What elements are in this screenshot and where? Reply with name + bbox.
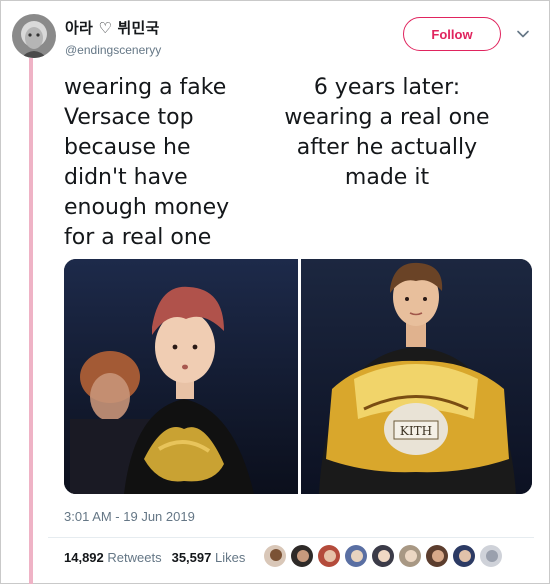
display-name[interactable]: 아라 ♡ 뷔민국 — [65, 17, 161, 38]
liker-avatar[interactable] — [425, 544, 449, 568]
retweets-label: Retweets — [107, 550, 162, 565]
liker-avatar[interactable] — [479, 544, 503, 568]
tweet-timestamp[interactable]: 3:01 AM - 19 Jun 2019 — [64, 509, 195, 524]
likes-stat[interactable]: 35,597 Likes — [172, 550, 246, 565]
liker-avatar[interactable] — [398, 544, 422, 568]
caption-right-line: 6 years later: — [313, 75, 461, 100]
caption-left-line: Versace top — [64, 105, 194, 130]
tweet-header: 아라 ♡ 뷔민국 @endingsceneryy Follow — [12, 14, 542, 60]
caption-right: 6 years later: wearing a real one after … — [272, 73, 502, 193]
liker-avatar[interactable] — [263, 544, 287, 568]
photo-left[interactable] — [64, 259, 298, 494]
retweets-count: 14,892 — [64, 550, 104, 565]
likes-count: 35,597 — [171, 550, 212, 565]
user-handle[interactable]: @endingsceneryy — [65, 43, 161, 57]
avatar[interactable] — [12, 14, 56, 58]
caption-left-line: enough money — [64, 195, 230, 220]
caption-left-line: didn't have — [64, 165, 188, 190]
caption-right-line: made it — [344, 165, 430, 190]
liker-avatars — [263, 544, 503, 570]
liker-avatar[interactable] — [344, 544, 368, 568]
caption-right-line: after he actually — [296, 135, 478, 160]
caption-left: wearing a fake Versace top because he di… — [64, 73, 264, 253]
liker-avatar[interactable] — [290, 544, 314, 568]
liker-avatar[interactable] — [371, 544, 395, 568]
caption-left-line: because he — [64, 135, 191, 160]
retweets-stat[interactable]: 14,892 Retweets — [64, 550, 162, 565]
thread-line — [29, 58, 33, 584]
tweet-stats: 14,892 Retweets 35,597 Likes — [64, 550, 245, 565]
likes-label: Likes — [214, 550, 246, 565]
tweet-media[interactable]: KITH — [64, 259, 532, 494]
chevron-down-icon[interactable] — [516, 27, 530, 41]
caption-right-line: wearing a real one — [284, 105, 490, 130]
liker-avatar[interactable] — [452, 544, 476, 568]
caption-left-line: for a real one — [64, 225, 212, 250]
shirt-print-text: KITH — [400, 424, 432, 438]
follow-button[interactable]: Follow — [403, 17, 501, 51]
caption-left-line: wearing a fake — [64, 75, 227, 100]
liker-avatar[interactable] — [317, 544, 341, 568]
photo-right[interactable]: KITH — [301, 259, 532, 494]
divider — [48, 537, 534, 538]
